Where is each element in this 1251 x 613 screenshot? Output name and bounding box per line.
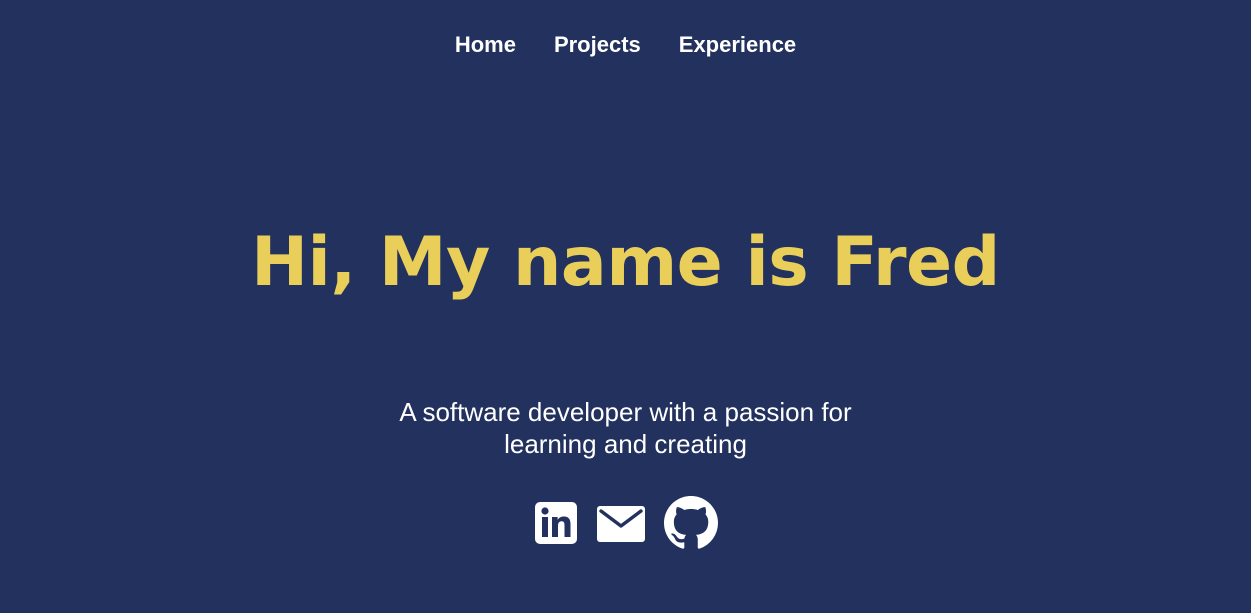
social-links	[0, 496, 1251, 550]
linkedin-icon	[534, 502, 577, 544]
nav-experience-link[interactable]: Experience	[679, 30, 796, 60]
hero-tagline: A software developer with a passion for …	[0, 396, 1251, 460]
github-link[interactable]	[663, 496, 718, 550]
nav-projects-link[interactable]: Projects	[554, 30, 641, 60]
email-link[interactable]	[596, 501, 646, 545]
tagline-line-1: A software developer with a passion for	[399, 397, 852, 427]
email-icon	[596, 506, 645, 542]
linkedin-link[interactable]	[534, 501, 578, 545]
hero-title: Hi, My name is Fred	[251, 223, 1000, 302]
github-icon	[663, 496, 718, 549]
main-nav: Home Projects Experience	[0, 30, 1251, 60]
nav-home-link[interactable]: Home	[455, 30, 516, 60]
tagline-line-2: learning and creating	[504, 429, 747, 459]
